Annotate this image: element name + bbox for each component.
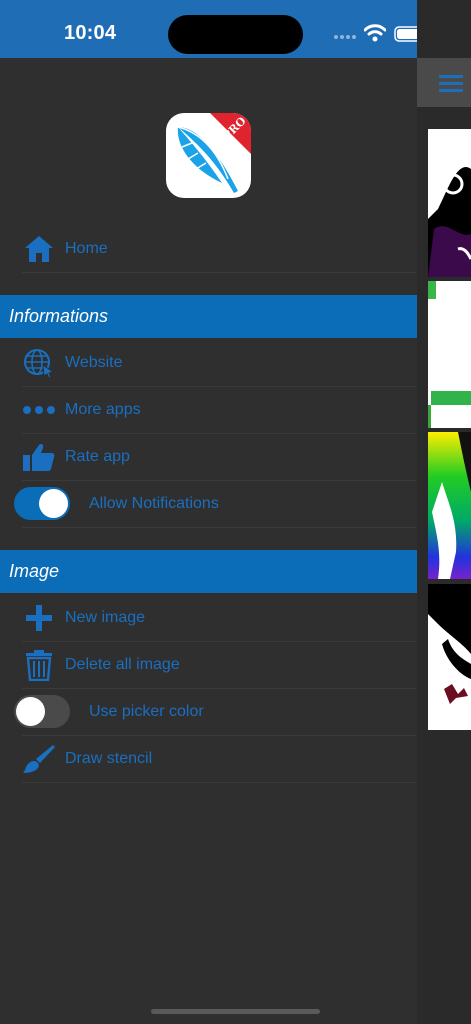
- globe-cursor-icon: [24, 349, 55, 379]
- toggle-label: Allow Notifications: [89, 495, 219, 512]
- toggle-knob: [16, 697, 45, 726]
- menu-item-label: Delete all image: [65, 656, 180, 673]
- dynamic-island: [168, 15, 303, 54]
- menu-item-label: New image: [65, 609, 146, 626]
- menu-item-delete-all-image[interactable]: Delete all image: [22, 641, 416, 689]
- menu-item-allow-notifications: Allow Notifications: [14, 480, 416, 528]
- section-title: Informations: [9, 306, 109, 326]
- menu-item-rate-app[interactable]: Rate app: [22, 433, 416, 481]
- use-picker-color-toggle[interactable]: [14, 695, 70, 728]
- app-icon: PRO: [166, 113, 251, 198]
- paint-brush-icon: [23, 745, 55, 773]
- toggle-knob: [39, 489, 68, 518]
- home-icon: [25, 236, 53, 262]
- status-time: 10:04: [64, 22, 117, 44]
- section-title: Image: [9, 561, 60, 581]
- menu-item-website[interactable]: Website: [22, 339, 416, 387]
- menu-item-new-image[interactable]: New image: [22, 594, 416, 642]
- plus-icon: [26, 605, 52, 631]
- more-dots-icon: [23, 406, 55, 414]
- image-thumbnail[interactable]: [428, 281, 471, 428]
- trash-icon: [26, 650, 52, 681]
- menu-item-label: More apps: [65, 401, 141, 418]
- section-header-informations: Informations: [0, 295, 417, 338]
- section-header-image: Image: [0, 550, 417, 593]
- home-indicator: [151, 1009, 320, 1014]
- menu-item-label: Website: [65, 354, 123, 371]
- image-thumbnail[interactable]: [428, 432, 471, 579]
- menu-item-home[interactable]: Home: [22, 225, 416, 273]
- image-thumbnail[interactable]: [428, 129, 471, 277]
- wifi-icon: [364, 24, 386, 42]
- menu-item-label: Home: [65, 240, 108, 257]
- menu-item-use-picker-color: Use picker color: [14, 688, 416, 736]
- menu-item-more-apps[interactable]: More apps: [22, 386, 416, 434]
- toggle-label: Use picker color: [89, 703, 204, 720]
- side-drawer: [0, 58, 417, 1024]
- menu-item-label: Draw stencil: [65, 750, 153, 767]
- image-thumbnail[interactable]: [428, 584, 471, 730]
- thumbs-up-icon: [23, 444, 55, 471]
- allow-notifications-toggle[interactable]: [14, 487, 70, 520]
- menu-item-label: Rate app: [65, 448, 130, 465]
- cellular-signal-icon: [334, 35, 358, 41]
- menu-item-draw-stencil[interactable]: Draw stencil: [22, 735, 416, 783]
- status-bar: 10:04: [0, 0, 471, 58]
- hamburger-menu-button[interactable]: [417, 58, 471, 107]
- menu-icon: [439, 75, 463, 78]
